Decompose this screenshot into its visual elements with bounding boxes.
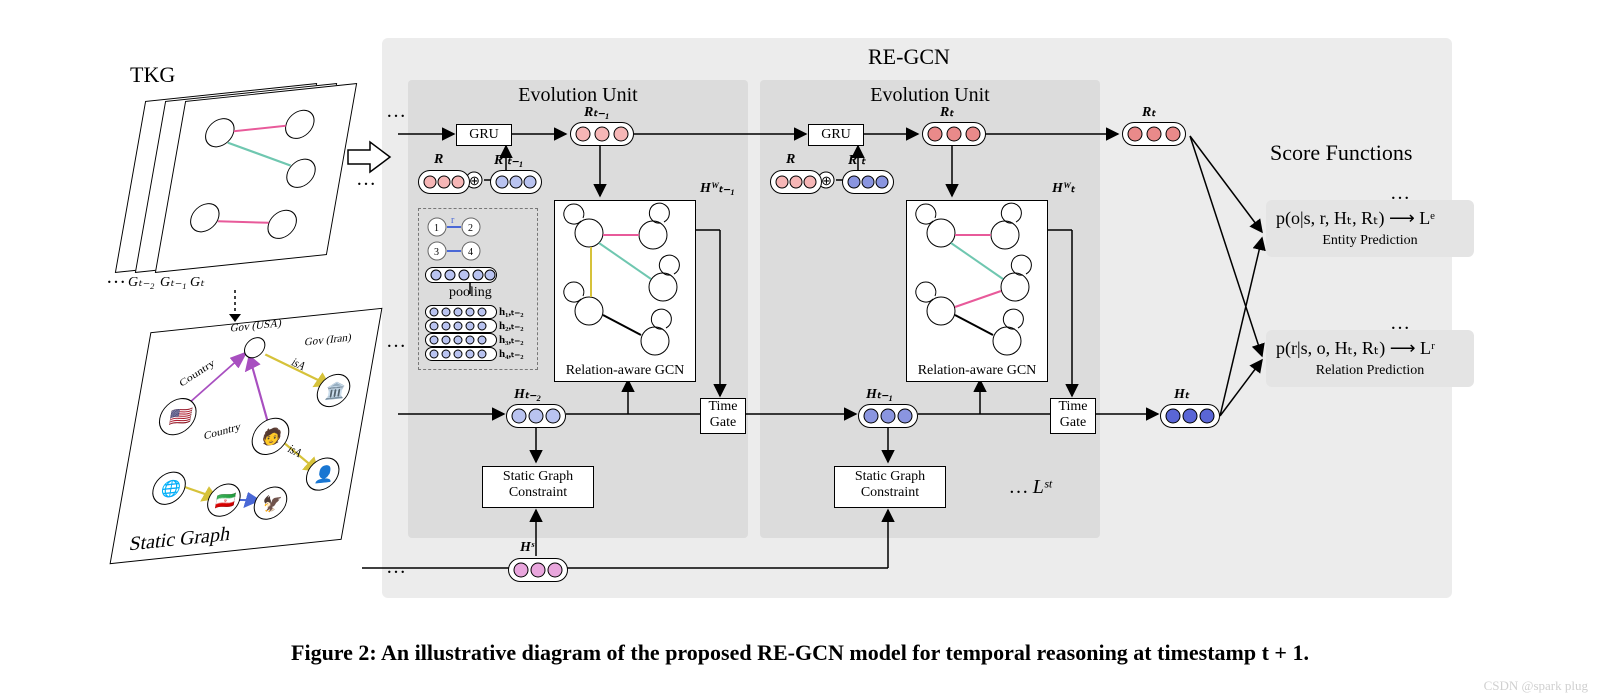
- hvec-3: [425, 333, 497, 347]
- mini-relation-graph: 1 2 3 4 r: [423, 213, 541, 269]
- relation-formula: p(r|s, o, Hₜ, Rₜ) ⟶ Lʳ: [1276, 338, 1464, 359]
- gru-box-2: GRU: [808, 124, 864, 146]
- pill-R-raw-2: [770, 170, 822, 194]
- entity-formula: p(o|s, r, Hₜ, Rₜ) ⟶ Lᵉ: [1276, 208, 1464, 229]
- score-ellipsis-1: …: [1390, 182, 1410, 205]
- tg1a: Time: [708, 399, 737, 414]
- svg-text:⊕: ⊕: [469, 173, 480, 188]
- lbl-R-out: Rₜ: [1142, 104, 1155, 121]
- pill-H-tm1: [858, 404, 918, 428]
- gcn-box-1: Relation-aware GCN: [554, 200, 696, 382]
- pooling-out-pill: [425, 267, 497, 283]
- watermark: CSDN @spark plug: [1484, 678, 1588, 694]
- gcn-label-1: Relation-aware GCN: [555, 363, 695, 379]
- lbl-R-t: Rₜ: [940, 104, 953, 121]
- lbl-Rp-2: R′ₜ: [848, 152, 865, 169]
- static-constraint-1: Static GraphConstraint: [482, 466, 594, 508]
- lbl-R-raw-1: R: [434, 152, 443, 168]
- score-entity: p(o|s, r, Hₜ, Rₜ) ⟶ Lᵉ Entity Prediction: [1266, 200, 1474, 257]
- pill-Rp-2: [842, 170, 894, 194]
- pill-Hs: [508, 558, 568, 582]
- pill-R-t: [922, 122, 986, 146]
- lbl-Rp-1: R′ₜ₋₁: [494, 152, 524, 169]
- ellipsis-bot-left: …: [386, 556, 406, 579]
- lbl-H-tm1: Hₜ₋₁: [866, 386, 893, 403]
- lbl-Hs: Hˢ: [520, 540, 534, 556]
- pill-R-tm1: [570, 122, 634, 146]
- lbl-Hw-2: Hᵂₜ: [1052, 180, 1075, 197]
- hvec-2: [425, 319, 497, 333]
- pooling-box: 1 2 3 4 r pooling h₁,ₜ₋₂ h₂,ₜ₋₂ h₃,ₜ₋₂ h…: [418, 208, 538, 370]
- lbl-R-raw-2: R: [786, 152, 795, 168]
- sc2a: Static Graph: [855, 469, 925, 484]
- hvec-lbl-3: h₃,ₜ₋₂: [499, 333, 524, 346]
- hvec-lbl-2: h₂,ₜ₋₂: [499, 319, 524, 332]
- score-ellipsis-2: …: [1390, 312, 1410, 335]
- gcn-label-2: Relation-aware GCN: [907, 363, 1047, 379]
- time-gate-2: TimeGate: [1050, 398, 1096, 434]
- relation-pred-label: Relation Prediction: [1276, 363, 1464, 379]
- static-constraint-2: Static GraphConstraint: [834, 466, 946, 508]
- score-title: Score Functions: [1270, 140, 1412, 166]
- pill-H-t: [1160, 404, 1220, 428]
- lbl-R-tm1: Rₜ₋₁: [584, 104, 610, 121]
- lst-label: … Lˢᵗ: [1010, 476, 1051, 499]
- pill-R-raw-1: [418, 170, 470, 194]
- ellipsis-top-left: …: [386, 100, 406, 123]
- pill-R-out: [1122, 122, 1186, 146]
- figure-caption: Figure 2: An illustrative diagram of the…: [0, 640, 1600, 666]
- svg-text:4: 4: [468, 247, 473, 258]
- pooling-label: pooling: [449, 285, 492, 301]
- lbl-H-t: Hₜ: [1174, 386, 1189, 403]
- svg-text:r: r: [451, 215, 455, 226]
- svg-text:1: 1: [434, 223, 439, 234]
- tg1b: Gate: [710, 415, 736, 430]
- gcn-box-2: Relation-aware GCN: [906, 200, 1048, 382]
- sc1a: Static Graph: [503, 469, 573, 484]
- gcn-graph-2: [907, 201, 1047, 361]
- svg-text:⊕: ⊕: [821, 173, 832, 188]
- entity-pred-label: Entity Prediction: [1276, 233, 1464, 249]
- hvec-1: [425, 305, 497, 319]
- tg2a: Time: [1058, 399, 1087, 414]
- lbl-Hw-1: Hᵂₜ₋₁: [700, 180, 735, 197]
- score-relation: p(r|s, o, Hₜ, Rₜ) ⟶ Lʳ Relation Predicti…: [1266, 330, 1474, 387]
- lbl-H-tm2: Hₜ₋₂: [514, 386, 541, 403]
- svg-text:3: 3: [434, 247, 439, 258]
- gcn-graph-1: [555, 201, 695, 361]
- tg2b: Gate: [1060, 415, 1086, 430]
- hvec-lbl-4: h₄,ₜ₋₂: [499, 347, 524, 360]
- pill-H-tm2: [506, 404, 566, 428]
- hvec-lbl-1: h₁,ₜ₋₂: [499, 305, 524, 318]
- ellipsis-mid-left: …: [386, 330, 406, 353]
- time-gate-1: TimeGate: [700, 398, 746, 434]
- sc1b: Constraint: [509, 485, 567, 500]
- svg-text:2: 2: [468, 223, 473, 234]
- gru-box-1: GRU: [456, 124, 512, 146]
- hvec-4: [425, 347, 497, 361]
- pill-Rp-1: [490, 170, 542, 194]
- sc2b: Constraint: [861, 485, 919, 500]
